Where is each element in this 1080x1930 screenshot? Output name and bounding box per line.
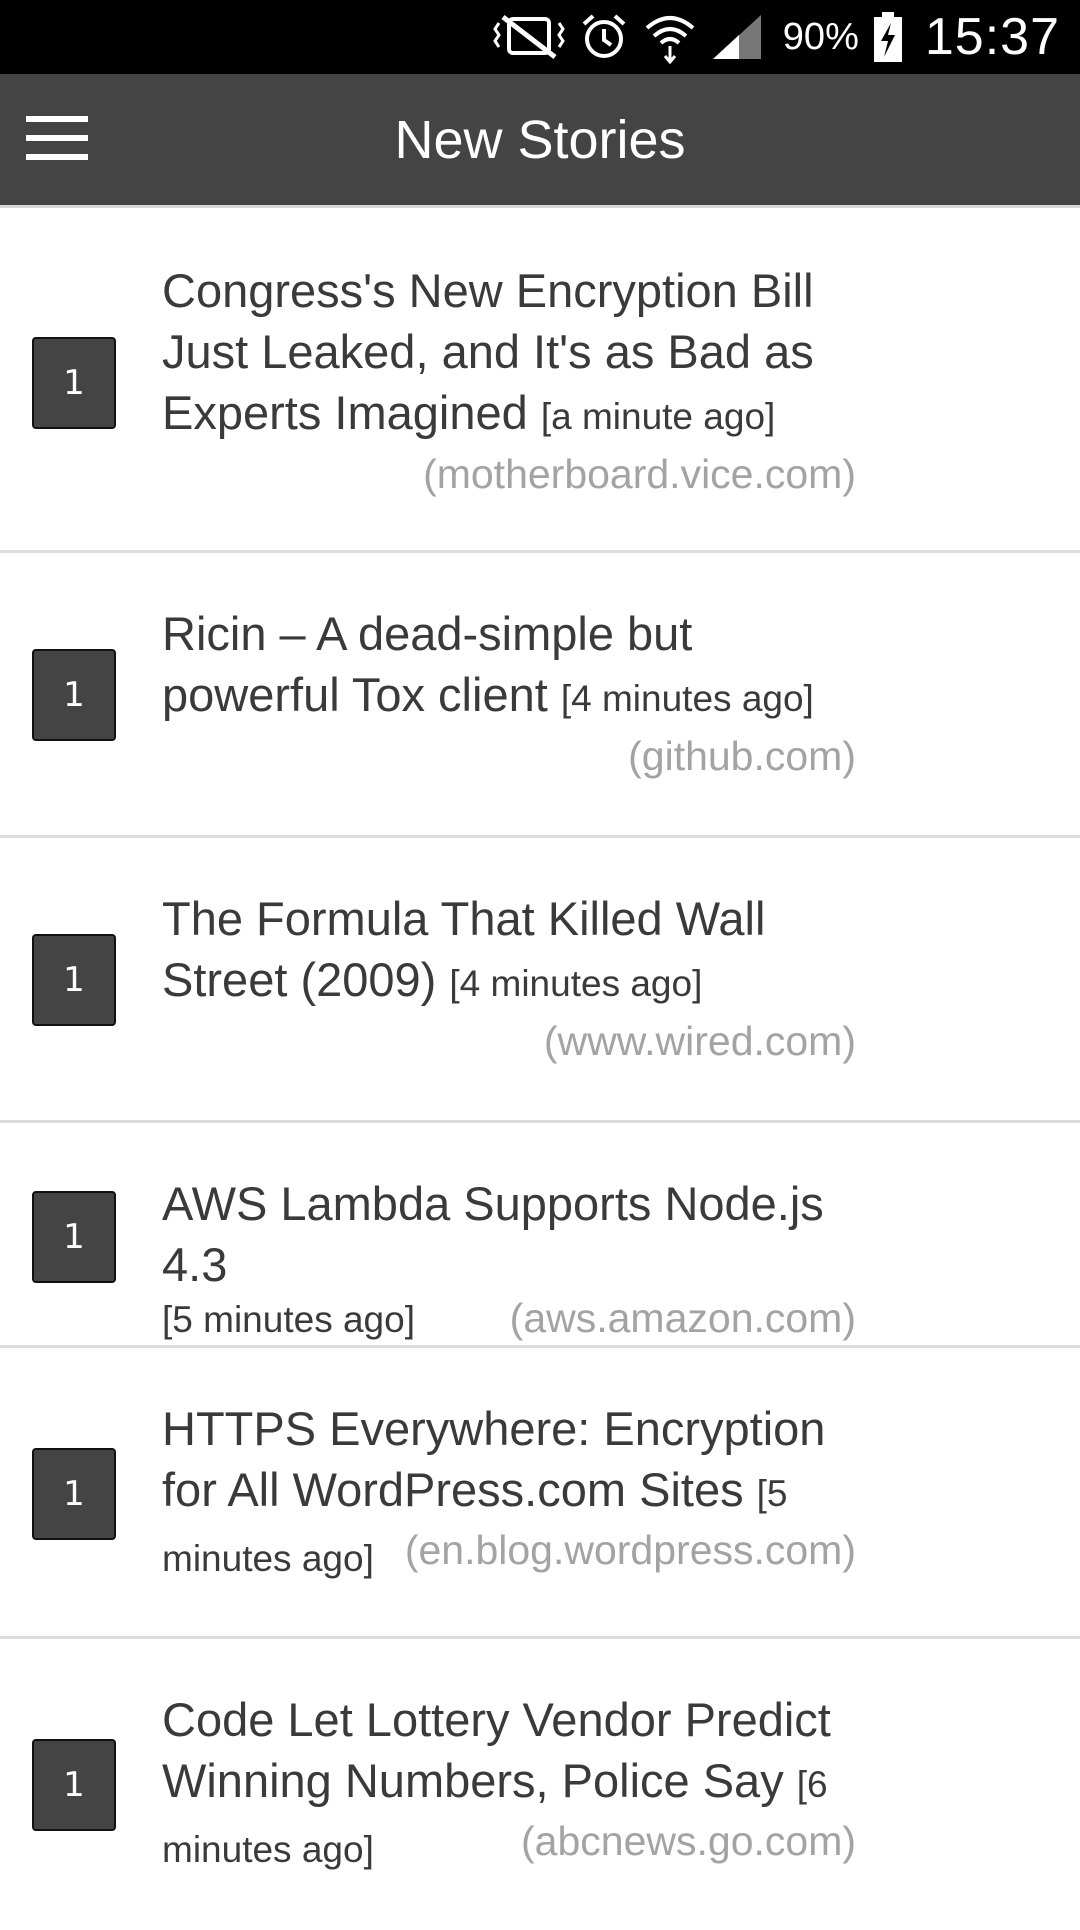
wifi-icon (645, 16, 695, 64)
page-title: New Stories (394, 109, 686, 170)
story-headline[interactable]: Ricin – A dead-simple but powerful Tox c… (162, 603, 862, 729)
story-time: [4 minutes ago] (449, 963, 703, 1004)
story-headline[interactable]: AWS Lambda Supports Node.js 4.3 (162, 1173, 862, 1295)
score-badge[interactable]: 1 (32, 337, 116, 429)
story-list: 1 Congress's New Encryption Bill Just Le… (0, 208, 1080, 1930)
alarm-icon (582, 14, 626, 58)
story-time: [a minute ago] (540, 396, 776, 437)
story-title: Code Let Lottery Vendor Predict Winning … (162, 1693, 831, 1807)
story-headline[interactable]: Congress's New Encryption Bill Just Leak… (162, 260, 862, 447)
score-badge[interactable]: 1 (32, 649, 116, 741)
cell-signal-icon (712, 15, 761, 59)
story-domain: (aws.amazon.com) (509, 1295, 856, 1341)
story-time: [4 minutes ago] (560, 678, 814, 719)
status-bar: 90% 15:37 (0, 0, 1080, 74)
story-domain: (github.com) (628, 733, 856, 779)
story-domain: (motherboard.vice.com) (423, 451, 856, 497)
story-item[interactable]: 1 AWS Lambda Supports Node.js 4.3 [5 min… (0, 1123, 1080, 1348)
story-content: HTTPS Everywhere: Encryption for All Wor… (162, 1398, 862, 1579)
score-badge[interactable]: 1 (32, 934, 116, 1026)
vibrate-mute-icon (492, 15, 565, 59)
story-item[interactable]: 1 Ricin – A dead-simple but powerful Tox… (0, 553, 1080, 838)
story-title: AWS Lambda Supports Node.js 4.3 (162, 1177, 824, 1291)
score-badge[interactable]: 1 (32, 1191, 116, 1283)
story-item[interactable]: 1 Congress's New Encryption Bill Just Le… (0, 208, 1080, 553)
story-title: HTTPS Everywhere: Encryption for All Wor… (162, 1402, 826, 1516)
status-icons: 90% 15:37 (492, 0, 1060, 74)
story-content: Code Let Lottery Vendor Predict Winning … (162, 1689, 862, 1870)
story-content: AWS Lambda Supports Node.js 4.3 [5 minut… (162, 1173, 862, 1342)
app-bar: New Stories (0, 74, 1080, 208)
status-clock: 15:37 (924, 8, 1060, 66)
story-headline[interactable]: The Formula That Killed Wall Street (200… (162, 888, 862, 1014)
story-content: Congress's New Encryption Bill Just Leak… (162, 260, 862, 498)
story-content: Ricin – A dead-simple but powerful Tox c… (162, 603, 862, 780)
story-item[interactable]: 1 Code Let Lottery Vendor Predict Winnin… (0, 1639, 1080, 1930)
story-time: [5 minutes ago] (162, 1299, 415, 1340)
story-domain: (www.wired.com) (543, 1018, 856, 1064)
battery-percent: 90% (782, 15, 859, 58)
story-content: The Formula That Killed Wall Street (200… (162, 888, 862, 1065)
score-badge[interactable]: 1 (32, 1739, 116, 1831)
score-badge[interactable]: 1 (32, 1448, 116, 1540)
story-item[interactable]: 1 HTTPS Everywhere: Encryption for All W… (0, 1348, 1080, 1639)
story-item[interactable]: 1 The Formula That Killed Wall Street (2… (0, 838, 1080, 1123)
battery-charging-icon (873, 12, 902, 62)
